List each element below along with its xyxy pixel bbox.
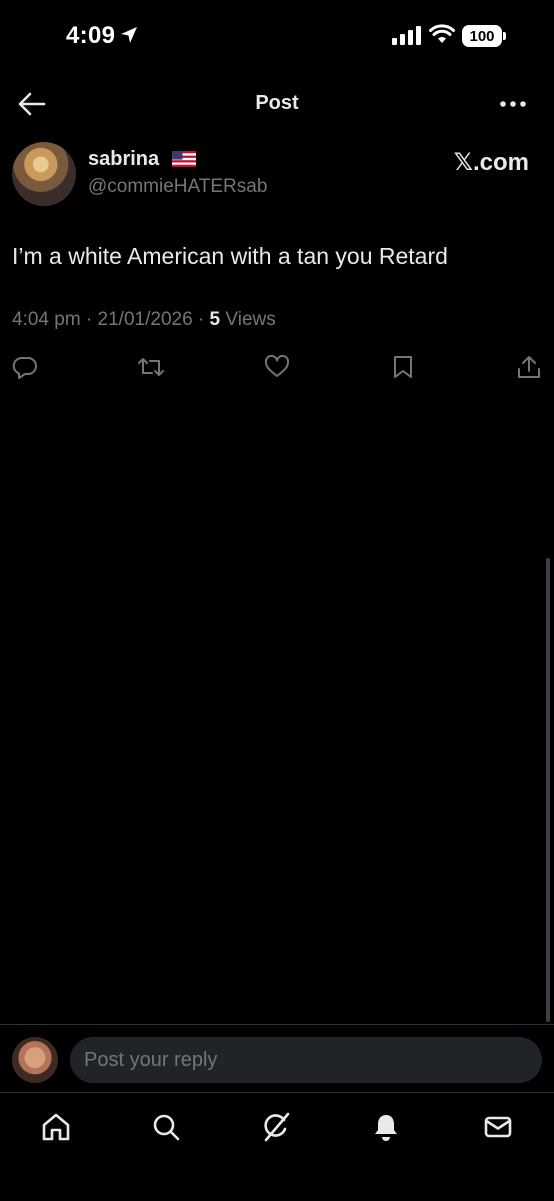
home-icon[interactable] — [40, 1111, 72, 1143]
more-dots-icon[interactable] — [496, 90, 530, 118]
repost-icon[interactable] — [136, 354, 166, 380]
bookmark-icon[interactable] — [392, 354, 414, 380]
like-icon[interactable] — [264, 354, 290, 380]
status-bar: 4:09 100 — [0, 0, 554, 74]
author-avatar[interactable] — [12, 142, 76, 206]
current-user-avatar — [12, 1037, 58, 1083]
location-arrow-icon — [121, 27, 137, 43]
author-display-name[interactable]: sabrina — [88, 148, 159, 171]
post-actions — [0, 354, 554, 386]
page-title: Post — [255, 92, 299, 114]
reply-icon[interactable] — [12, 354, 38, 380]
views-count: 5 — [209, 309, 221, 330]
cellular-signal-icon — [392, 26, 421, 45]
x-brand-watermark: 𝕏.com — [453, 149, 529, 176]
post-meta: 4:04 pm · 21/01/2026 · 5 Views — [12, 309, 276, 331]
reply-composer: Post your reply — [0, 1024, 554, 1093]
bottom-tab-bar — [0, 1092, 554, 1201]
battery-nub — [503, 32, 506, 40]
search-icon[interactable] — [150, 1111, 182, 1143]
status-time: 4:09 — [66, 22, 116, 49]
meta-separator: · — [85, 309, 93, 330]
grok-icon[interactable] — [260, 1111, 292, 1143]
views-label: Views — [225, 309, 276, 330]
share-icon[interactable] — [516, 354, 542, 380]
meta-separator: · — [197, 309, 205, 330]
post-text: I’m a white American with a tan you Reta… — [12, 243, 448, 269]
wifi-icon — [429, 24, 455, 43]
reply-input[interactable]: Post your reply — [70, 1037, 542, 1083]
scrollbar[interactable] — [546, 558, 550, 1022]
battery-indicator: 100 — [462, 25, 502, 47]
top-navigation: Post — [0, 76, 554, 132]
post-time[interactable]: 4:04 pm — [12, 309, 81, 330]
post-date[interactable]: 21/01/2026 — [98, 309, 193, 330]
messages-icon[interactable] — [482, 1111, 514, 1143]
us-flag-icon — [172, 151, 196, 167]
author-handle[interactable]: @commieHATERsab — [88, 176, 267, 198]
notifications-icon[interactable] — [370, 1111, 402, 1143]
